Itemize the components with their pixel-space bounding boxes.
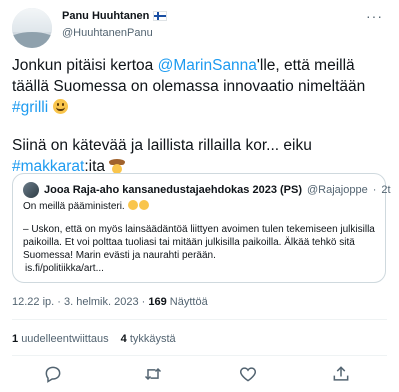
quoted-author-avatar [23, 182, 39, 198]
tweet-time[interactable]: 12.22 ip. [12, 296, 54, 308]
quoted-tweet-time: 2t [381, 184, 391, 196]
grin-emoji-icon [138, 200, 149, 210]
finland-flag-icon [153, 11, 168, 21]
retweets-label: uudelleentwiittaus [21, 333, 109, 345]
views-label: Näyttöä [169, 296, 208, 308]
likes-stat[interactable]: 4 tykkäystä [121, 333, 176, 345]
quoted-tweet-text: On meillä pääministeri. – Uskon, että on… [23, 200, 379, 275]
mention-link[interactable]: @MarinSanna [158, 57, 257, 74]
grin-emoji-icon [127, 200, 138, 210]
tweet-text-part: Jonkun pitäisi kertoa [12, 57, 158, 74]
like-icon[interactable] [238, 364, 258, 384]
retweet-icon[interactable] [143, 364, 163, 384]
likes-label: tykkäystä [129, 333, 176, 345]
more-options-icon[interactable]: ··· [366, 8, 383, 24]
tweet-text: Jonkun pitäisi kertoa @MarinSanna'lle, e… [12, 55, 382, 177]
quoted-tweet-header: Jooa Raja-aho kansanedustajaehdokas 2023… [23, 182, 391, 198]
separator: · [54, 296, 64, 308]
divider [12, 319, 387, 320]
tweet-metadata: 12.22 ip. · 3. helmik. 2023 · 169 Näyttö… [12, 296, 208, 308]
smile-emoji-icon [52, 99, 68, 114]
quoted-tweet[interactable]: Jooa Raja-aho kansanedustajaehdokas 2023… [12, 173, 391, 283]
separator: · [138, 296, 149, 308]
tweet-text-part: Siinä on kätevää ja laillista rillailla … [12, 137, 312, 154]
author-display-name[interactable]: Panu Huuhtanen [62, 10, 149, 22]
author-handle[interactable]: @HuuhtanenPanu [62, 27, 153, 39]
quoted-link[interactable]: is.fi/politiikka/art... [23, 262, 379, 275]
retweets-count: 1 [12, 333, 19, 345]
divider [12, 355, 387, 356]
author-avatar[interactable] [12, 8, 52, 48]
hashtag-link[interactable]: #grilli [12, 99, 48, 116]
retweets-stat[interactable]: 1 uudelleentwiittaus [12, 333, 109, 345]
likes-count: 4 [120, 333, 127, 345]
quoted-line: On meillä pääministeri. [23, 201, 125, 212]
author-name-row: Panu Huuhtanen [62, 10, 168, 22]
cowboy-emoji-icon [109, 158, 126, 174]
tweet: Panu Huuhtanen @HuuhtanenPanu ··· Jonkun… [0, 0, 399, 392]
tweet-stats: 1 uudelleentwiittaus 4 tykkäystä [12, 333, 176, 345]
quoted-author-handle: @Rajajoppe [307, 184, 368, 196]
share-icon[interactable] [331, 364, 351, 384]
separator-dot: · [372, 184, 377, 196]
tweet-date[interactable]: 3. helmik. 2023 [64, 296, 139, 308]
quoted-author-name: Jooa Raja-aho kansanedustajaehdokas 2023… [44, 184, 302, 196]
views-count: 169 [148, 296, 167, 308]
quoted-line: – Uskon, että on myös lainsäädäntöä liit… [23, 224, 375, 261]
reply-icon[interactable] [43, 364, 63, 384]
action-bar [0, 360, 399, 388]
